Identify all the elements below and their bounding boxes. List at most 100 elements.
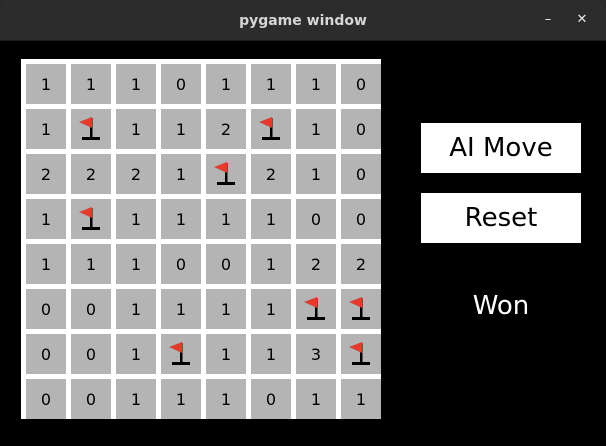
board-cell[interactable]: 0 <box>26 289 66 329</box>
flagged-cell[interactable] <box>341 334 381 374</box>
board-cell[interactable]: 0 <box>251 379 291 419</box>
cell-number: 1 <box>310 390 322 409</box>
flag-icon <box>349 342 370 365</box>
board-cell[interactable]: 1 <box>116 334 156 374</box>
minesweeper-board: 1 1 1 0 1 1 1 0 1 1 1 2 1 0 2 2 2 1 2 1 0 1 1 1 1 1 0 0 1 1 1 0 0 1 2 2 0 0 1 1… <box>21 59 381 419</box>
board-cell[interactable]: 0 <box>296 199 336 239</box>
cell-number: 1 <box>40 75 52 94</box>
ai-move-button[interactable]: AI Move <box>421 123 581 173</box>
minimize-button[interactable]: – <box>537 9 559 31</box>
board-cell[interactable]: 1 <box>251 289 291 329</box>
close-button[interactable]: ✕ <box>571 9 593 31</box>
board-cell[interactable]: 1 <box>161 109 201 149</box>
board-cell[interactable]: 0 <box>341 109 381 149</box>
reset-button[interactable]: Reset <box>421 193 581 243</box>
board-cell[interactable]: 1 <box>251 334 291 374</box>
board-cell[interactable]: 1 <box>26 109 66 149</box>
board-cell[interactable]: 1 <box>296 379 336 419</box>
game-window: pygame window – ✕ 1110111011121022212101… <box>0 0 606 446</box>
cell-number: 1 <box>85 255 97 274</box>
board-cell[interactable]: 1 <box>26 199 66 239</box>
board-cell[interactable]: 0 <box>71 289 111 329</box>
cell-number: 0 <box>40 390 52 409</box>
flagged-cell[interactable] <box>251 109 291 149</box>
flagged-cell[interactable] <box>71 199 111 239</box>
flagged-cell[interactable] <box>206 154 246 194</box>
title-bar[interactable]: pygame window – ✕ <box>0 0 606 41</box>
board-cell[interactable]: 1 <box>116 64 156 104</box>
board-cell[interactable]: 1 <box>161 289 201 329</box>
flag-icon <box>349 297 370 320</box>
flagged-cell[interactable] <box>161 334 201 374</box>
cell-number: 1 <box>175 120 187 139</box>
board-cell[interactable]: 0 <box>71 334 111 374</box>
flag-icon <box>259 117 280 140</box>
board-cell[interactable]: 1 <box>26 244 66 284</box>
board-cell[interactable]: 1 <box>161 379 201 419</box>
board-cell[interactable]: 1 <box>206 379 246 419</box>
cell-number: 1 <box>220 345 232 364</box>
cell-number: 1 <box>40 255 52 274</box>
board-cell[interactable]: 1 <box>251 199 291 239</box>
board-cell[interactable]: 1 <box>161 199 201 239</box>
cell-number: 0 <box>85 345 97 364</box>
board-cell[interactable]: 1 <box>251 64 291 104</box>
board-cell[interactable]: 1 <box>116 199 156 239</box>
board-cell[interactable]: 2 <box>71 154 111 194</box>
cell-number: 1 <box>175 300 187 319</box>
board-cell[interactable]: 1 <box>71 244 111 284</box>
board-cell[interactable]: 1 <box>26 64 66 104</box>
board-cell[interactable]: 1 <box>296 64 336 104</box>
board-cell[interactable]: 1 <box>116 109 156 149</box>
board-cell[interactable]: 0 <box>161 244 201 284</box>
board-cell[interactable]: 0 <box>341 64 381 104</box>
flagged-cell[interactable] <box>296 289 336 329</box>
cell-number: 1 <box>130 390 142 409</box>
board-cell[interactable]: 0 <box>341 154 381 194</box>
flagged-cell[interactable] <box>341 289 381 329</box>
board-cell[interactable]: 1 <box>161 154 201 194</box>
window-title: pygame window <box>239 13 367 29</box>
board-cell[interactable]: 0 <box>161 64 201 104</box>
board-cell[interactable]: 2 <box>296 244 336 284</box>
board-cell[interactable]: 2 <box>341 244 381 284</box>
board-cell[interactable]: 1 <box>116 379 156 419</box>
board-cell[interactable]: 1 <box>296 154 336 194</box>
board-cell[interactable]: 0 <box>26 334 66 374</box>
board-cell[interactable]: 2 <box>251 154 291 194</box>
board-cell[interactable]: 1 <box>206 64 246 104</box>
board-cell[interactable]: 1 <box>206 289 246 329</box>
flag-icon <box>304 297 325 320</box>
board-cell[interactable]: 3 <box>296 334 336 374</box>
board-cell[interactable]: 0 <box>71 379 111 419</box>
board-cell[interactable]: 0 <box>341 199 381 239</box>
cell-number: 0 <box>355 120 367 139</box>
board-cell[interactable]: 2 <box>116 154 156 194</box>
cell-number: 1 <box>265 345 277 364</box>
board-cell[interactable]: 1 <box>116 244 156 284</box>
cell-number: 2 <box>265 165 277 184</box>
cell-number: 3 <box>310 345 322 364</box>
flag-icon <box>169 342 190 365</box>
board-cell[interactable]: 1 <box>251 244 291 284</box>
cell-number: 2 <box>220 120 232 139</box>
board-cell[interactable]: 1 <box>206 199 246 239</box>
cell-number: 1 <box>355 390 367 409</box>
cell-number: 1 <box>310 120 322 139</box>
cell-number: 1 <box>130 120 142 139</box>
board-cell[interactable]: 1 <box>206 334 246 374</box>
board-cell[interactable]: 1 <box>71 64 111 104</box>
board-cell[interactable]: 1 <box>116 289 156 329</box>
flagged-cell[interactable] <box>71 109 111 149</box>
board-cell[interactable]: 0 <box>206 244 246 284</box>
cell-number: 2 <box>85 165 97 184</box>
cell-number: 1 <box>220 300 232 319</box>
board-cell[interactable]: 1 <box>341 379 381 419</box>
cell-number: 0 <box>40 300 52 319</box>
cell-number: 2 <box>355 255 367 274</box>
board-cell[interactable]: 1 <box>296 109 336 149</box>
board-cell[interactable]: 0 <box>26 379 66 419</box>
board-cell[interactable]: 2 <box>206 109 246 149</box>
board-cell[interactable]: 2 <box>26 154 66 194</box>
cell-number: 0 <box>355 165 367 184</box>
